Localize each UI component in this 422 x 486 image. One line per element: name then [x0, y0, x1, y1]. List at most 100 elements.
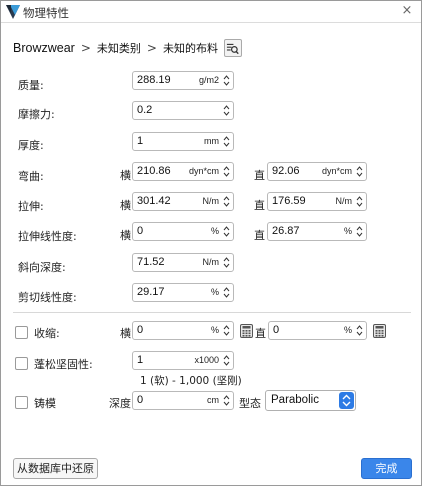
mold-type-label: 型态 — [239, 397, 261, 410]
friction-value: 0.2 — [137, 104, 153, 116]
shrinkage-warp-value: 0 — [273, 324, 280, 336]
spinner-arrows-icon[interactable] — [355, 194, 364, 209]
shrinkage-weft-unit: % — [210, 325, 219, 335]
physical-properties-dialog: 物理特性 × Browzwear > 未知类别 > 未知的布料 质量: 288.… — [0, 0, 422, 486]
stretch-weft-value: 301.42 — [137, 195, 171, 207]
shrinkage-weft-value: 0 — [137, 324, 144, 336]
thickness-input[interactable]: 1 mm — [132, 132, 234, 151]
shrinkage-weft-label: 横 — [120, 327, 131, 340]
spinner-arrows-icon[interactable] — [222, 353, 231, 368]
done-button[interactable]: 完成 — [361, 458, 412, 479]
stretch-linearity-weft-label: 横 — [120, 229, 131, 242]
loft-input[interactable]: 1 x1000 — [132, 351, 234, 370]
calculator-icon[interactable] — [240, 324, 253, 338]
calculator-icon[interactable] — [373, 324, 386, 338]
breadcrumb-item-fabric[interactable]: 未知的布料 — [163, 40, 218, 56]
mold-depth-value: 0 — [137, 394, 144, 406]
section-divider — [13, 312, 411, 313]
spinner-arrows-icon[interactable] — [222, 393, 231, 408]
shear-linearity-label: 剪切线性度: — [18, 291, 77, 304]
bias-stretch-unit: N/m — [202, 257, 220, 267]
stretch-linearity-weft-value: 0 — [137, 225, 144, 237]
friction-input[interactable]: 0.2 — [132, 101, 234, 120]
thickness-value: 1 — [137, 135, 144, 147]
bending-label: 弯曲: — [18, 170, 44, 183]
spinner-arrows-icon[interactable] — [222, 134, 231, 149]
stretch-weft-input[interactable]: 301.42 N/m — [132, 192, 234, 211]
stretch-linearity-warp-value: 26.87 — [272, 225, 300, 237]
restore-from-database-button[interactable]: 从数据库中还原 — [13, 458, 98, 479]
breadcrumb-item-root[interactable]: Browzwear — [13, 41, 75, 55]
spinner-arrows-icon[interactable] — [355, 224, 364, 239]
bias-stretch-input[interactable]: 71.52 N/m — [132, 253, 234, 272]
bias-stretch-label: 斜向深度: — [18, 261, 66, 274]
bending-warp-label: 直 — [254, 169, 265, 182]
spinner-arrows-icon[interactable] — [222, 164, 231, 179]
window-title: 物理特性 — [23, 6, 69, 20]
loft-range-note: 1 (软) - 1,000 (坚刚) — [140, 375, 242, 387]
mold-checkbox[interactable] — [15, 396, 28, 409]
loft-checkbox[interactable] — [15, 357, 28, 370]
bending-weft-input[interactable]: 210.86 dyn*cm — [132, 162, 234, 181]
spinner-arrows-icon[interactable] — [222, 73, 231, 88]
stretch-label: 拉伸: — [18, 200, 44, 213]
app-logo-icon — [6, 5, 20, 19]
mold-depth-unit: cm — [207, 395, 219, 405]
spinner-arrows-icon[interactable] — [222, 103, 231, 118]
stretch-linearity-weft-unit: % — [210, 226, 219, 236]
bias-stretch-value: 71.52 — [137, 256, 165, 268]
thickness-label: 厚度: — [18, 139, 44, 152]
breadcrumb-separator: > — [146, 41, 157, 55]
loft-unit: x1000 — [194, 355, 219, 365]
stretch-weft-label: 横 — [120, 199, 131, 212]
weight-input[interactable]: 288.19 g/m2 — [132, 71, 234, 90]
select-arrows-icon — [339, 392, 354, 409]
stretch-linearity-weft-input[interactable]: 0 % — [132, 222, 234, 241]
stretch-weft-unit: N/m — [202, 196, 220, 206]
stretch-warp-unit: N/m — [335, 196, 353, 206]
breadcrumb: Browzwear > 未知类别 > 未知的布料 — [13, 39, 242, 57]
close-icon[interactable]: × — [399, 3, 415, 19]
spinner-arrows-icon[interactable] — [355, 164, 364, 179]
breadcrumb-separator: > — [80, 41, 91, 55]
spinner-arrows-icon[interactable] — [222, 255, 231, 270]
spinner-arrows-icon[interactable] — [222, 224, 231, 239]
bending-warp-input[interactable]: 92.06 dyn*cm — [267, 162, 367, 181]
spinner-arrows-icon[interactable] — [222, 194, 231, 209]
breadcrumb-item-category[interactable]: 未知类别 — [97, 40, 141, 56]
shear-linearity-input[interactable]: 29.17 % — [132, 283, 234, 302]
mold-type-value: Parabolic — [271, 394, 319, 406]
mold-label: 铸模 — [34, 397, 56, 410]
mold-depth-label: 深度 — [109, 397, 131, 410]
mold-depth-input[interactable]: 0 cm — [132, 391, 234, 410]
shrinkage-weft-input[interactable]: 0 % — [132, 321, 234, 340]
weight-value: 288.19 — [137, 74, 171, 86]
shrinkage-warp-input[interactable]: 0 % — [268, 321, 367, 340]
shrinkage-warp-label: 直 — [255, 327, 266, 340]
bending-weft-value: 210.86 — [137, 165, 171, 177]
bending-warp-unit: dyn*cm — [321, 166, 352, 176]
shear-linearity-unit: % — [210, 287, 219, 297]
friction-label: 摩擦力: — [18, 108, 55, 121]
stretch-linearity-warp-unit: % — [343, 226, 352, 236]
thickness-unit: mm — [204, 136, 219, 146]
bending-weft-unit: dyn*cm — [188, 166, 219, 176]
spinner-arrows-icon[interactable] — [355, 323, 364, 338]
spinner-arrows-icon[interactable] — [222, 285, 231, 300]
stretch-warp-value: 176.59 — [272, 195, 306, 207]
weight-label: 质量: — [18, 79, 44, 92]
stretch-linearity-label: 拉伸线性度: — [18, 230, 77, 243]
shear-linearity-value: 29.17 — [137, 286, 165, 298]
stretch-linearity-warp-label: 直 — [254, 229, 265, 242]
loft-value: 1 — [137, 354, 144, 366]
spinner-arrows-icon[interactable] — [222, 323, 231, 338]
stretch-linearity-warp-input[interactable]: 26.87 % — [267, 222, 367, 241]
fabric-search-icon[interactable] — [223, 39, 242, 57]
mold-type-select[interactable]: Parabolic — [265, 390, 356, 411]
loft-label: 蓬松坚固性: — [34, 358, 93, 371]
weight-unit: g/m2 — [198, 75, 219, 85]
title-bar: 物理特性 × — [1, 1, 421, 23]
bending-warp-value: 92.06 — [272, 165, 300, 177]
stretch-warp-input[interactable]: 176.59 N/m — [267, 192, 367, 211]
shrinkage-checkbox[interactable] — [15, 326, 28, 339]
